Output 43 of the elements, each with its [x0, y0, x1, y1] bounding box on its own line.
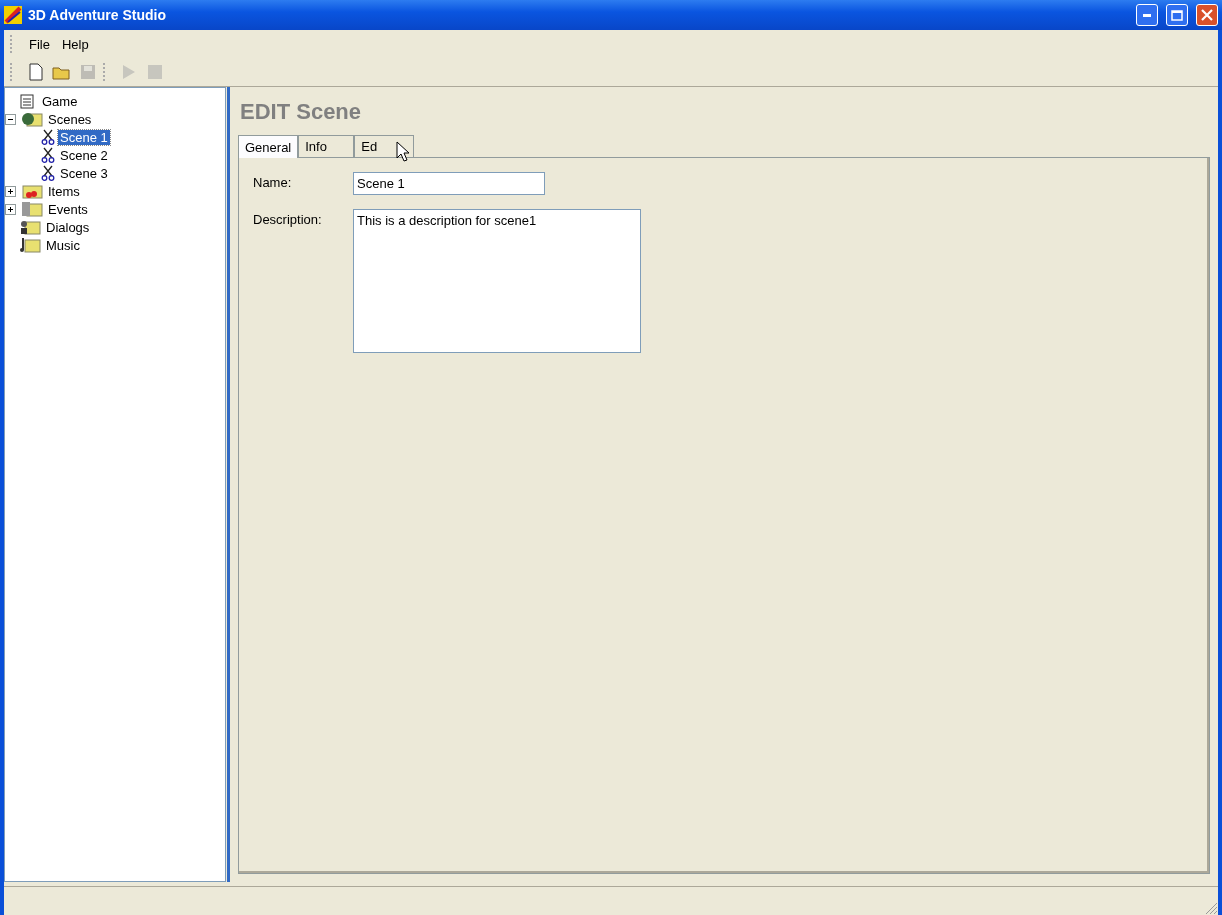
- close-icon: [1201, 9, 1213, 21]
- expand-icon[interactable]: [5, 203, 16, 215]
- minimize-icon: [1143, 13, 1151, 17]
- tree-item[interactable]: Scene 3: [58, 165, 110, 181]
- editor-heading: EDIT Scene: [239, 99, 363, 126]
- clipboard-icon: [19, 93, 37, 109]
- mouse-cursor-icon: [396, 141, 410, 163]
- expand-icon[interactable]: [5, 185, 16, 197]
- tree-item[interactable]: Music: [44, 237, 82, 253]
- scissors-icon: [41, 147, 55, 163]
- maximize-button[interactable]: [1166, 4, 1188, 26]
- window-title: 3D Adventure Studio: [28, 7, 167, 23]
- field-label: Name:: [253, 174, 293, 190]
- name-field[interactable]: Scene 1: [353, 172, 545, 195]
- close-button[interactable]: [1196, 4, 1218, 26]
- tree-item[interactable]: Dialogs: [44, 219, 92, 235]
- folder-icon: [19, 219, 41, 235]
- tree-item[interactable]: Events: [46, 201, 90, 217]
- tab[interactable]: Info: [298, 135, 355, 157]
- app-logo-icon: [4, 6, 22, 24]
- folder-icon: [21, 201, 43, 217]
- field-label: Description:: [253, 211, 323, 227]
- globe-folder-icon: [21, 111, 43, 127]
- menu-item[interactable]: Help: [57, 34, 93, 54]
- tree-item[interactable]: Scenes: [46, 111, 94, 127]
- minimize-button[interactable]: [1136, 4, 1158, 26]
- new-file-icon[interactable]: [29, 63, 43, 81]
- open-folder-icon[interactable]: [52, 64, 72, 80]
- description-field[interactable]: This is a description for scene1: [353, 209, 641, 353]
- scissors-icon: [41, 165, 55, 181]
- scissors-icon: [41, 129, 55, 145]
- menu-item[interactable]: File: [25, 34, 54, 54]
- tree-item[interactable]: Game: [40, 93, 80, 109]
- maximize-icon: [1171, 9, 1183, 21]
- collapse-icon[interactable]: [5, 113, 16, 125]
- resize-grip-icon: [1204, 901, 1218, 915]
- tab[interactable]: General: [238, 135, 299, 158]
- tree-item[interactable]: Items: [46, 183, 82, 199]
- folder-icon: [19, 237, 41, 253]
- folder-icon: [21, 183, 43, 199]
- tree-item[interactable]: Scene 1: [58, 129, 110, 145]
- tree-item[interactable]: Scene 2: [58, 147, 110, 163]
- tab[interactable]: Ed: [354, 135, 415, 157]
